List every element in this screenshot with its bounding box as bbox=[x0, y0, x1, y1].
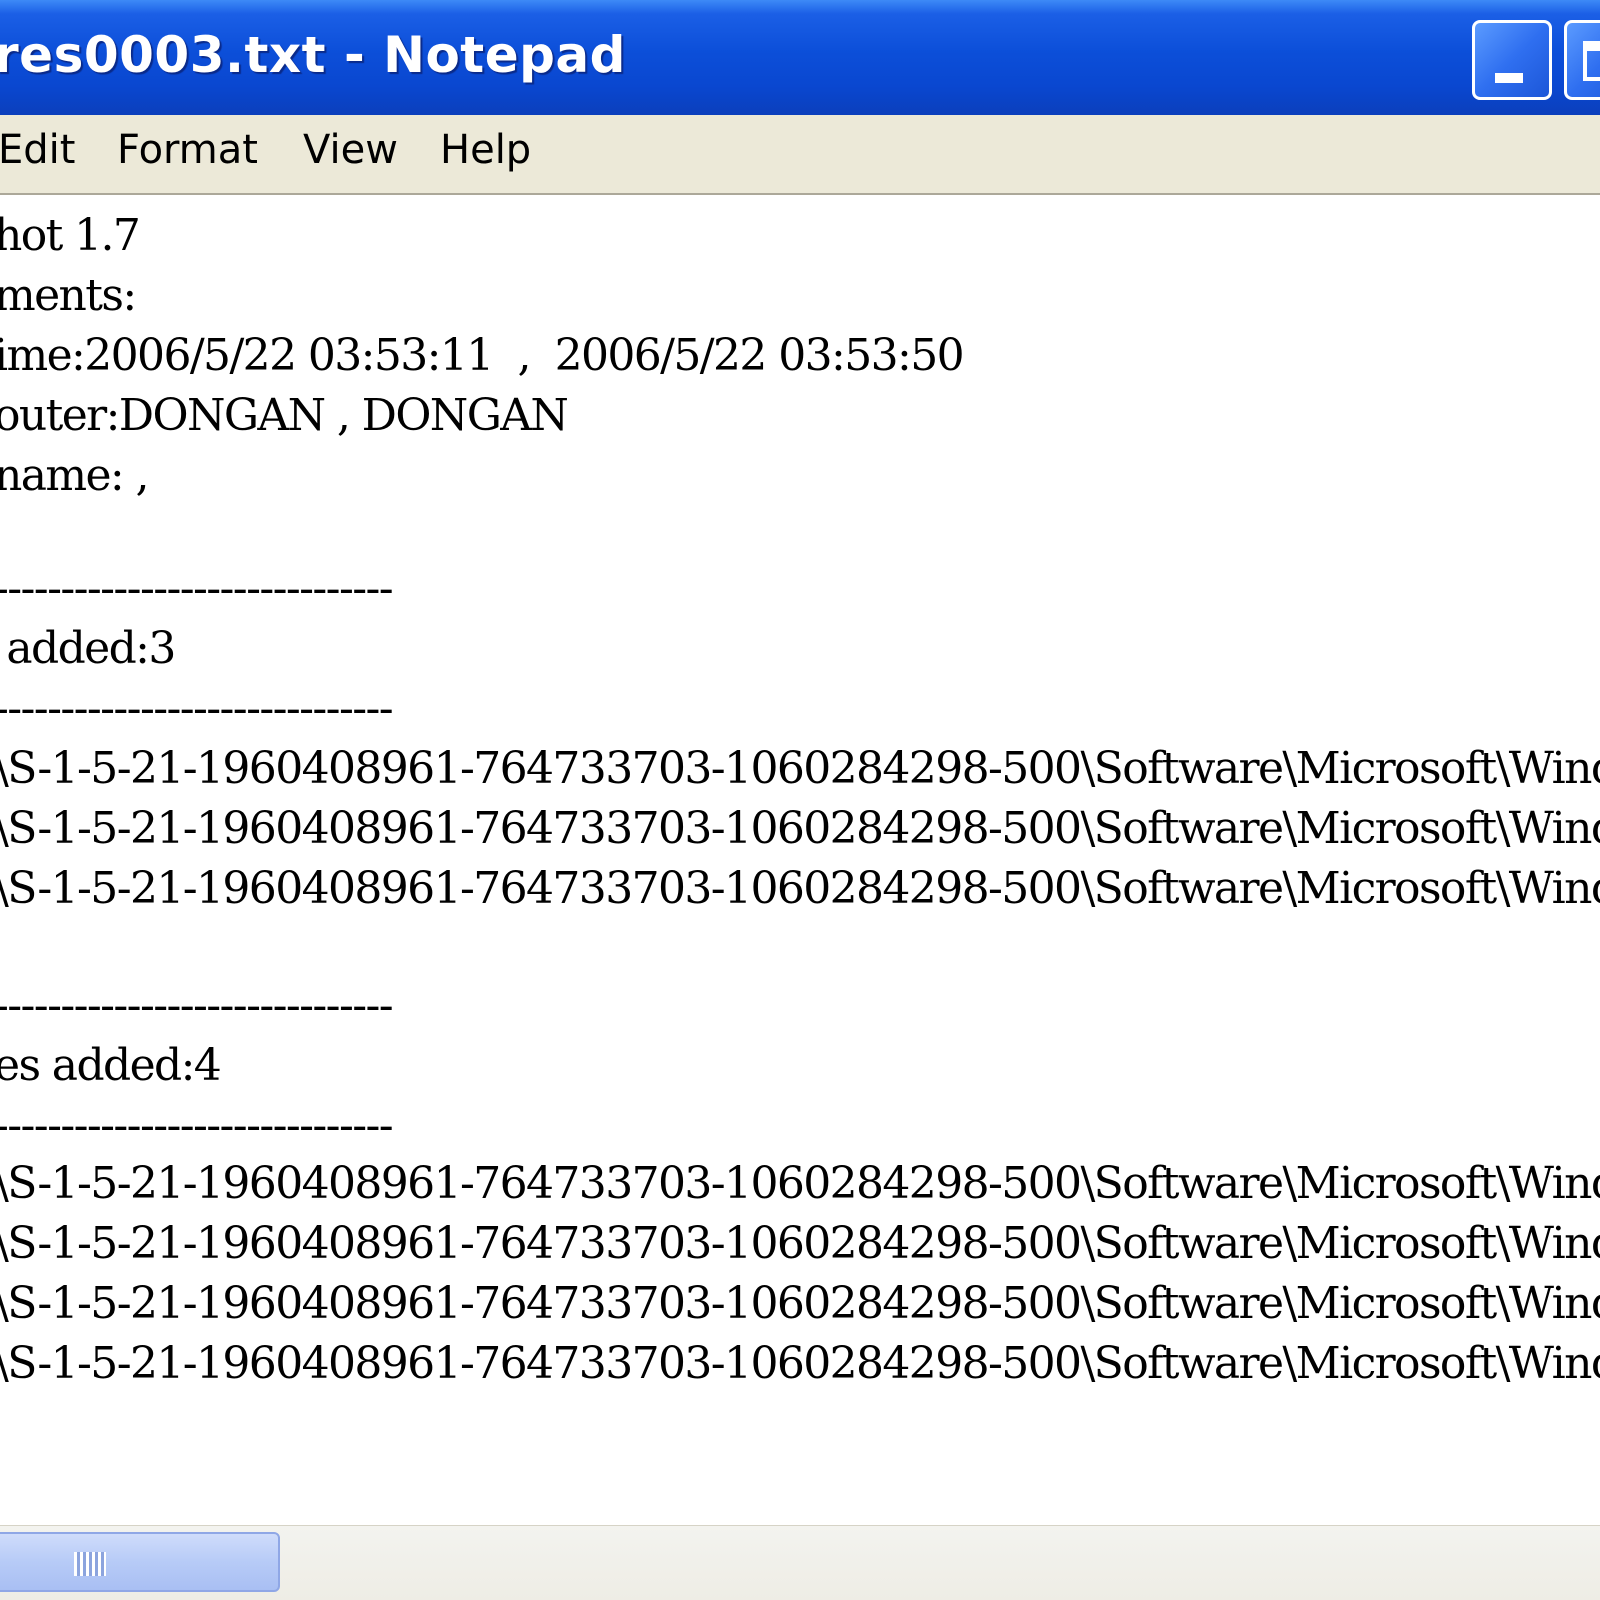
text-line: ime:2006/5/22 03:53:11 , 2006/5/22 03:53… bbox=[0, 330, 965, 381]
registry-value-line: \S-1-5-21-1960408961-764733703-106028429… bbox=[0, 1218, 1600, 1269]
section-heading: es added:4 bbox=[0, 1040, 222, 1091]
text-line: outer:DONGAN , DONGAN bbox=[0, 390, 569, 441]
title-bar[interactable]: res0003.txt - Notepad bbox=[0, 0, 1600, 115]
text-editor[interactable]: hot 1.7 ments: ime:2006/5/22 03:53:11 , … bbox=[0, 195, 1600, 1525]
text-line: hot 1.7 bbox=[0, 210, 141, 261]
scroll-grip-icon bbox=[74, 1552, 106, 1576]
registry-value-line: \S-1-5-21-1960408961-764733703-106028429… bbox=[0, 1278, 1600, 1329]
maximize-button[interactable] bbox=[1564, 20, 1600, 100]
registry-key-line: \S-1-5-21-1960408961-764733703-106028429… bbox=[0, 863, 1600, 914]
separator-line: ------------------------------ bbox=[0, 683, 394, 734]
text-line: name: , bbox=[0, 450, 150, 501]
menu-bar: Edit Format View Help bbox=[0, 115, 1600, 195]
window-title: res0003.txt - Notepad bbox=[0, 26, 626, 84]
text-line: ments: bbox=[0, 270, 137, 321]
separator-line: ------------------------------ bbox=[0, 563, 394, 614]
notepad-window: res0003.txt - Notepad Edit Format View H… bbox=[0, 0, 1600, 1600]
section-heading: added:3 bbox=[0, 623, 176, 674]
menu-edit[interactable]: Edit bbox=[0, 127, 75, 173]
minimize-icon bbox=[1495, 73, 1523, 83]
registry-value-line: \S-1-5-21-1960408961-764733703-106028429… bbox=[0, 1158, 1600, 1209]
minimize-button[interactable] bbox=[1472, 20, 1552, 100]
registry-key-line: \S-1-5-21-1960408961-764733703-106028429… bbox=[0, 743, 1600, 794]
menu-help[interactable]: Help bbox=[440, 127, 531, 173]
menu-format[interactable]: Format bbox=[117, 127, 258, 173]
horizontal-scrollbar[interactable] bbox=[0, 1525, 1600, 1600]
registry-key-line: \S-1-5-21-1960408961-764733703-106028429… bbox=[0, 803, 1600, 854]
menu-view[interactable]: View bbox=[303, 127, 398, 173]
registry-value-line: \S-1-5-21-1960408961-764733703-106028429… bbox=[0, 1338, 1600, 1389]
scrollbar-thumb[interactable] bbox=[0, 1532, 280, 1592]
separator-line: ------------------------------ bbox=[0, 1100, 394, 1151]
separator-line: ------------------------------ bbox=[0, 980, 394, 1031]
maximize-icon bbox=[1583, 41, 1600, 81]
